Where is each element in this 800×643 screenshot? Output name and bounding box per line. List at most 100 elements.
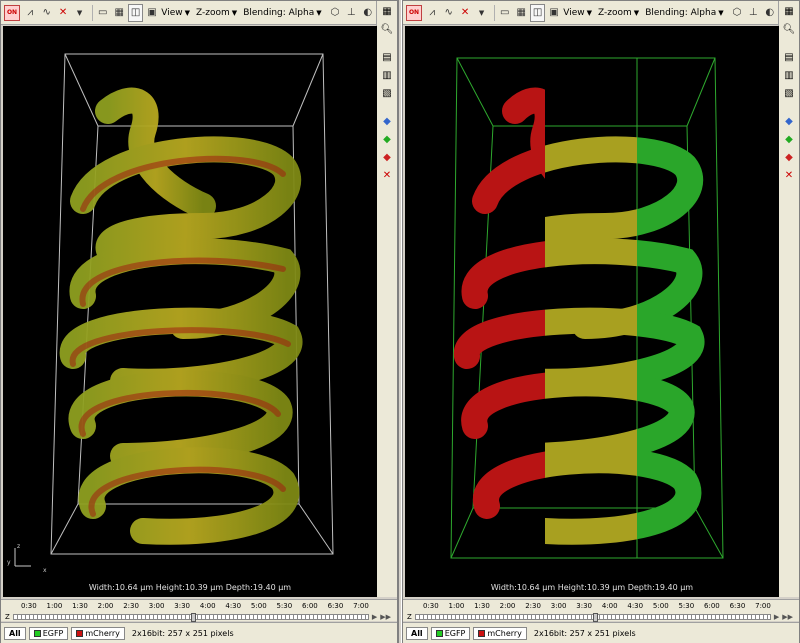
step-icon[interactable]: ▶▶ (782, 613, 793, 621)
zzoom-menu[interactable]: Z-zoom ▼ (598, 8, 639, 18)
play-icon[interactable]: ▶ (372, 613, 377, 621)
color-icon[interactable]: ◐ (762, 4, 776, 22)
left-timeline: 0:30 1:00 1:30 2:00 2:30 3:00 3:30 4:00 … (1, 599, 397, 622)
dimensions-readout: Width:10.64 µm Height:10.39 µm Depth:19.… (88, 583, 292, 592)
egfp-swatch (435, 629, 443, 637)
crosshair-icon[interactable]: ✕ (458, 4, 472, 22)
z-slider[interactable] (414, 613, 771, 622)
left-3d-viewport[interactable]: z y x Width:10.64 µm Height:10.39 µm Dep… (3, 26, 377, 597)
timeline-tick: 6:00 (302, 602, 318, 610)
axis-y-label: y (7, 559, 11, 566)
z-slider-thumb[interactable] (190, 613, 196, 622)
frame-icon[interactable]: ▭ (96, 4, 110, 22)
z-slider-label: Z (407, 613, 412, 621)
left-statusbar: All EGFP mCherry 2x16bit: 257 x 251 pixe… (1, 622, 397, 643)
grid-icon[interactable]: ▦ (112, 4, 126, 22)
image-icon[interactable]: ▣ (547, 4, 561, 22)
layout-grid-icon[interactable]: ▦ (781, 4, 797, 18)
right-timeline: 0:30 1:00 1:30 2:00 2:30 3:00 3:30 4:00 … (403, 599, 799, 622)
timeline-tick: 1:00 (46, 602, 63, 610)
color-icon[interactable]: ◐ (360, 4, 374, 22)
channel-toggle-button[interactable]: ON (3, 4, 21, 22)
timeline-tick: 4:30 (627, 602, 644, 610)
axes-icon[interactable]: ⊥ (746, 4, 760, 22)
frame-icon[interactable]: ▭ (498, 4, 512, 22)
right-3d-viewport[interactable]: Width:10.64 µm Height:10.39 µm Depth:19.… (405, 26, 779, 597)
view-menu[interactable]: View ▼ (161, 8, 190, 18)
view-menu[interactable]: View ▼ (563, 8, 592, 18)
timeline-tick: 6:30 (729, 602, 746, 610)
box-blue-icon[interactable]: ◆ (781, 114, 797, 128)
mcherry-swatch (478, 629, 486, 637)
render-mode-icon[interactable]: ◫ (128, 3, 143, 22)
zoom-icon[interactable]: 🔍︎ (781, 22, 797, 36)
zoom-icon[interactable]: 🔍︎ (379, 22, 395, 36)
right-viewer-pane: ON ⩘ ∿ ✕ ▼ ▭ ▦ ◫ ▣ View ▼ Z-zoom ▼ Blendin… (402, 0, 800, 643)
settings-icon[interactable]: ▧ (781, 86, 797, 100)
timeline-tick: 3:30 (174, 602, 191, 610)
egfp-swatch (33, 629, 41, 637)
timeline-tick: 1:00 (448, 602, 465, 610)
blending-menu[interactable]: Blending: Alpha ▼ (243, 8, 321, 18)
save-icon[interactable]: ▤ (781, 50, 797, 64)
settings-icon[interactable]: ▧ (379, 86, 395, 100)
left-volume-render: z y x (7, 53, 334, 574)
z-slider-thumb[interactable] (592, 613, 598, 622)
axes-icon[interactable]: ⊥ (344, 4, 358, 22)
toolbar-separator (91, 4, 93, 21)
step-icon[interactable]: ▶▶ (380, 613, 391, 621)
box-red-icon[interactable]: ◆ (781, 150, 797, 164)
timeline-tick: 6:00 (704, 602, 720, 610)
timeline-tick: 5:00 (652, 602, 669, 610)
timeline-tick: 1:30 (72, 602, 88, 610)
blending-menu[interactable]: Blending: Alpha ▼ (645, 8, 723, 18)
dimensions-readout: Width:10.64 µm Height:10.39 µm Depth:19.… (490, 583, 694, 592)
curve-icon[interactable]: ∿ (441, 4, 455, 22)
timeline-tick: 0:30 (423, 602, 439, 610)
axis-z-label: z (17, 543, 20, 550)
play-icon[interactable]: ▶ (774, 613, 779, 621)
timeline-tick: 5:00 (250, 602, 267, 610)
histogram-icon[interactable]: ⩘ (425, 4, 439, 22)
image-info: 2x16bit: 257 x 251 pixels (533, 628, 636, 638)
box-green-icon[interactable]: ◆ (781, 132, 797, 146)
channel-badge: ON (4, 4, 20, 21)
right-statusbar: All EGFP mCherry 2x16bit: 257 x 251 pixe… (403, 622, 799, 643)
close-icon[interactable]: ✕ (781, 168, 797, 182)
toolbar-separator (493, 4, 495, 21)
box-blue-icon[interactable]: ◆ (379, 114, 395, 128)
close-icon[interactable]: ✕ (379, 168, 395, 182)
image-icon[interactable]: ▣ (145, 4, 159, 22)
box-green-icon[interactable]: ◆ (379, 132, 395, 146)
grid-icon[interactable]: ▦ (514, 4, 528, 22)
dropdown-icon[interactable]: ▼ (474, 4, 488, 22)
tab-all[interactable]: All (4, 626, 26, 640)
tab-mcherry[interactable]: mCherry (473, 626, 527, 640)
histogram-icon[interactable]: ⩘ (23, 4, 37, 22)
timeline-tick: 5:30 (276, 602, 293, 610)
curve-icon[interactable]: ∿ (39, 4, 53, 22)
render-mode-icon[interactable]: ◫ (530, 3, 545, 22)
tab-all[interactable]: All (406, 626, 428, 640)
channel-badge: ON (406, 4, 422, 21)
z-slider[interactable] (12, 613, 369, 622)
export-icon[interactable]: ▥ (379, 68, 395, 82)
export-icon[interactable]: ▥ (781, 68, 797, 82)
timeline-tick: 1:30 (474, 602, 490, 610)
cube-icon[interactable]: ⬡ (730, 4, 744, 22)
save-icon[interactable]: ▤ (379, 50, 395, 64)
dropdown-icon[interactable]: ▼ (72, 4, 86, 22)
tab-egfp[interactable]: EGFP (28, 626, 69, 640)
crosshair-icon[interactable]: ✕ (56, 4, 70, 22)
right-toolbar: ON ⩘ ∿ ✕ ▼ ▭ ▦ ◫ ▣ View ▼ Z-zoom ▼ Blendin… (403, 1, 779, 25)
cube-icon[interactable]: ⬡ (328, 4, 342, 22)
right-side-toolbar: ▦ 🔍︎ ▤ ▥ ▧ ◆ ◆ ◆ ✕ (778, 1, 799, 597)
timeline-tick: 5:30 (678, 602, 695, 610)
box-red-icon[interactable]: ◆ (379, 150, 395, 164)
zzoom-menu[interactable]: Z-zoom ▼ (196, 8, 237, 18)
tab-mcherry[interactable]: mCherry (71, 626, 125, 640)
channel-toggle-button[interactable]: ON (405, 4, 423, 22)
layout-grid-icon[interactable]: ▦ (379, 4, 395, 18)
left-toolbar: ON ⩘ ∿ ✕ ▼ ▭ ▦ ◫ ▣ View ▼ Z-zoom ▼ Blendin… (1, 1, 377, 25)
tab-egfp[interactable]: EGFP (430, 626, 471, 640)
